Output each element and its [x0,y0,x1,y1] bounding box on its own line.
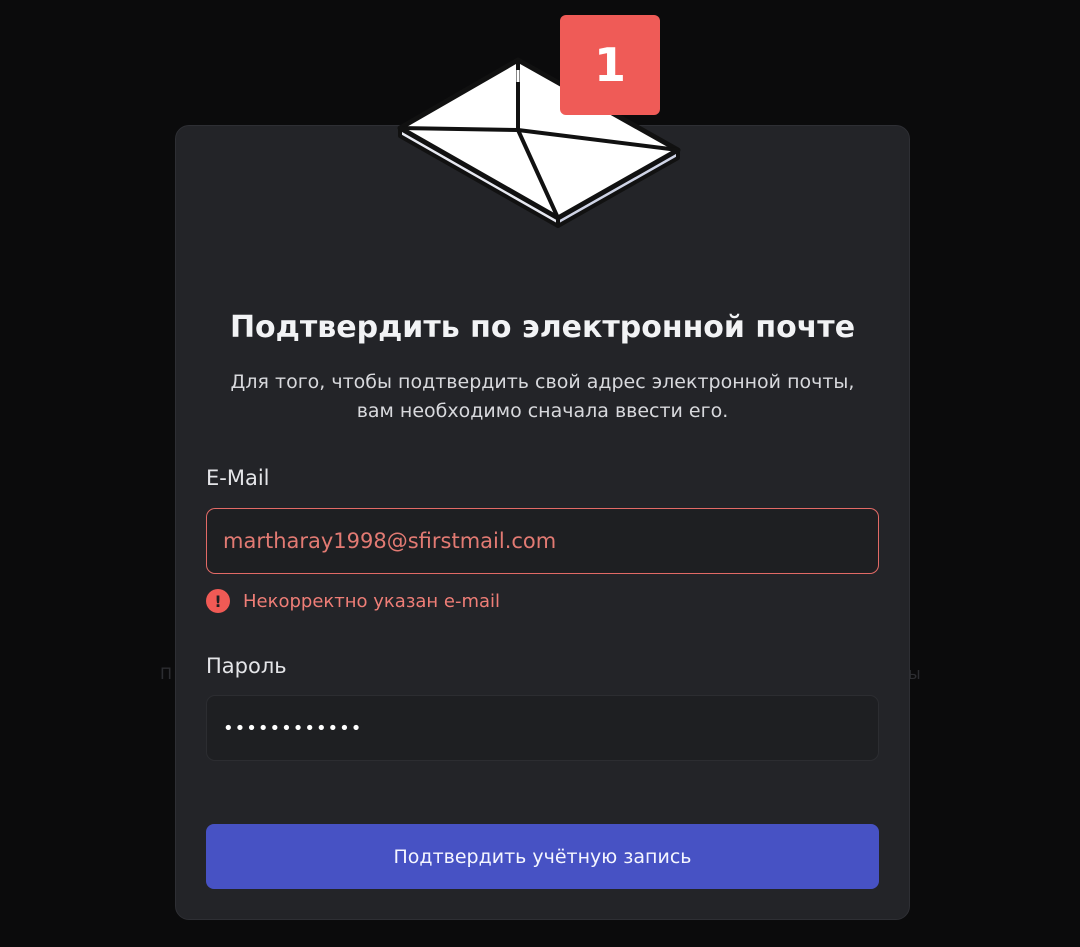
email-error-message: ! Некорректно указан e-mail [206,589,500,613]
email-field[interactable]: martharay1998@sfirstmail.com [206,508,879,574]
password-field[interactable]: •••••••••••• [206,695,879,761]
background-text-left: П [160,664,173,683]
exclamation-circle-icon: ! [206,589,230,613]
notification-badge: 1 [560,15,660,115]
email-error-text: Некорректно указан e-mail [243,590,501,612]
subtitle-line-2: вам необходимо сначала ввести его. [356,400,729,422]
dialog-subtitle: Для того, чтобы подтвердить свой адрес э… [175,368,910,426]
dialog-title: Подтвердить по электронной почте [229,310,856,345]
confirm-account-button[interactable]: Подтвердить учётную запись [206,824,879,889]
email-label: E-Mail [206,466,270,490]
password-label: Пароль [206,654,287,678]
page: П ы 1 Подтвердить по электронной почте Д… [0,0,1080,947]
subtitle-line-1: Для того, чтобы подтвердить свой адрес э… [230,371,855,393]
